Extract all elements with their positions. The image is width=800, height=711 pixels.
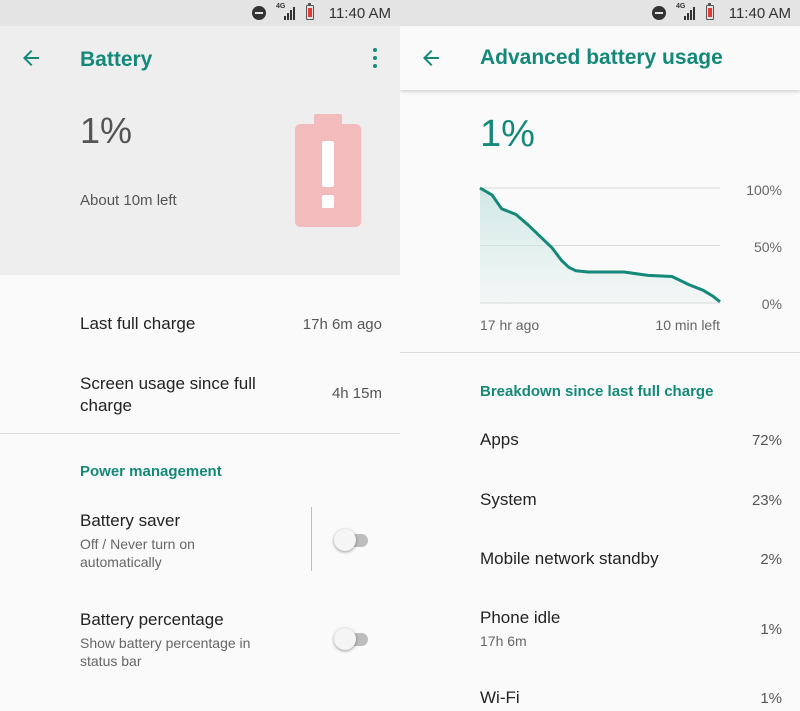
battery-saver-summary: Off / Never turn on automatically (80, 536, 195, 570)
breakdown-item-sub: 17h 6m (480, 633, 527, 649)
battery-saver-label: Battery saver (80, 511, 181, 530)
signal-icon: 4G (276, 3, 296, 20)
y-tick-50: 50% (753, 239, 782, 255)
more-vert-icon[interactable] (370, 48, 380, 70)
divider (0, 433, 400, 434)
last-full-charge-label: Last full charge (80, 314, 196, 333)
network-type-label: 4G (276, 3, 286, 10)
signal-icon: 4G (676, 3, 696, 20)
x-axis-end-label: 10 min left (655, 317, 720, 333)
network-type-label: 4G (676, 3, 686, 10)
battery-percentage-summary: Show battery percentage in status bar (80, 635, 251, 669)
battery-percentage-label: Battery percentage (80, 610, 224, 629)
page-title: Battery (80, 48, 153, 71)
screen-usage-label: Screen usage since full charge (80, 374, 256, 415)
arrow-left-icon[interactable] (419, 46, 443, 70)
screen-usage-value: 4h 15m (331, 385, 382, 402)
battery-saver-toggle[interactable] (334, 529, 372, 551)
battery-percentage-toggle[interactable] (334, 628, 372, 650)
battery-percent: 1% (80, 110, 133, 151)
breakdown-item-value: 1% (760, 690, 782, 707)
status-bar: 4G 11:40 AM (400, 0, 800, 26)
status-time: 11:40 AM (728, 5, 791, 22)
time-left: About 10m left (80, 192, 177, 209)
battery-alert-icon (295, 114, 361, 227)
do-not-disturb-icon (652, 6, 666, 20)
breakdown-header: Breakdown since last full charge (480, 383, 714, 400)
battery-usage-chart (479, 186, 721, 304)
last-full-charge-value: 17h 6m ago (302, 316, 382, 333)
breakdown-item-label: System (480, 490, 537, 509)
x-axis-start-label: 17 hr ago (480, 317, 540, 333)
battery-low-icon (706, 3, 714, 20)
breakdown-item-value: 2% (760, 551, 782, 568)
breakdown-item-label: Mobile network standby (480, 549, 659, 568)
battery-low-icon (306, 3, 314, 20)
page-title: Advanced battery usage (480, 46, 723, 69)
power-management-header: Power management (80, 463, 222, 480)
breakdown-item-value: 23% (751, 492, 782, 509)
breakdown-item-label: Phone idle (480, 608, 561, 627)
breakdown-item-value: 72% (751, 432, 782, 449)
advanced-battery-usage-screen: 4G 11:40 AM Advanced battery usage 1% 17… (400, 0, 800, 711)
status-time: 11:40 AM (328, 5, 391, 22)
do-not-disturb-icon (252, 6, 266, 20)
app-bar: Advanced battery usage (400, 26, 800, 90)
battery-screen: 4G 11:40 AM Battery 1% About 10m left La… (0, 0, 400, 711)
divider (400, 352, 800, 353)
y-tick-100: 100% (746, 182, 782, 198)
battery-header: Battery 1% About 10m left (0, 26, 400, 275)
vertical-separator (311, 507, 312, 571)
breakdown-item-label: Apps (480, 430, 519, 449)
arrow-left-icon[interactable] (19, 46, 43, 70)
breakdown-item-value: 1% (760, 621, 782, 638)
y-tick-0: 0% (761, 296, 782, 312)
battery-percent: 1% (480, 113, 535, 155)
status-bar: 4G 11:40 AM (0, 0, 400, 26)
breakdown-item-label: Wi-Fi (480, 688, 520, 707)
